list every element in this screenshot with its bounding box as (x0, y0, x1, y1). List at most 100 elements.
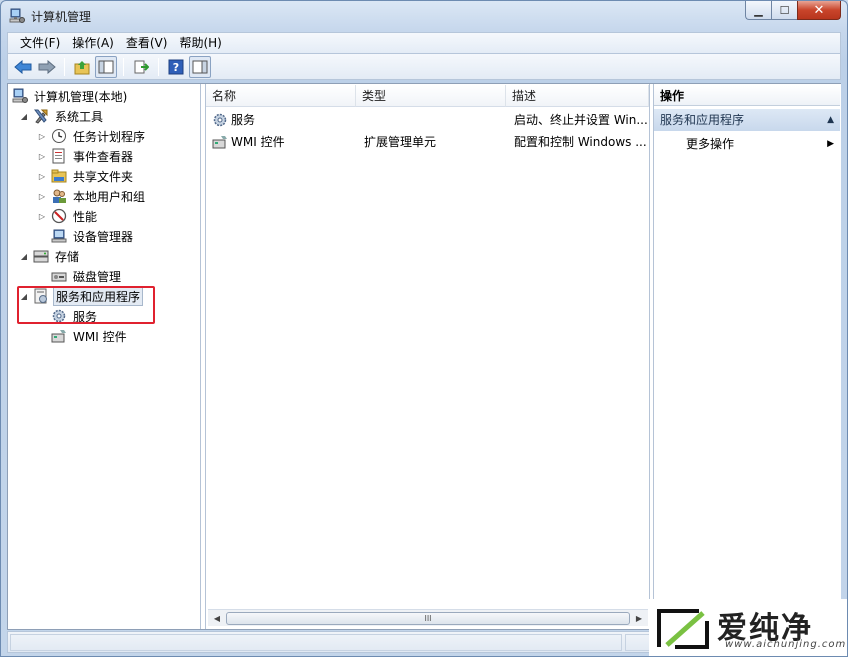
list-item-description: 配置和控制 Windows ... (514, 135, 647, 149)
tree-label: 磁盘管理 (73, 269, 122, 284)
expand-arrow-icon[interactable]: ▷ (36, 130, 48, 142)
help-icon: ? (168, 59, 184, 74)
forward-arrow-icon (38, 59, 56, 74)
collapse-arrow-icon[interactable]: ◢ (18, 110, 30, 122)
menu-bar: 文件(F) 操作(A) 查看(V) 帮助(H) (7, 32, 841, 54)
svg-text:?: ? (173, 61, 179, 74)
action-section-services-apps[interactable]: 服务和应用程序 ▲ (654, 109, 840, 131)
up-level-button[interactable] (71, 56, 93, 78)
console-tree-icon (98, 60, 114, 73)
menu-help[interactable]: 帮助(H) (173, 33, 227, 53)
tree-item-event-viewer[interactable]: ▷ 事件查看器 (36, 146, 135, 166)
scroll-left-arrow-icon[interactable]: ◀ (209, 611, 225, 626)
back-arrow-icon (14, 59, 32, 74)
watermark: 爱纯净 www.aichunjing.com (649, 599, 847, 656)
show-hide-tree-button[interactable] (95, 55, 117, 78)
action-section-label: 服务和应用程序 (660, 113, 745, 127)
wmi-control-icon (51, 330, 66, 343)
list-header: 名称 类型 描述 (206, 85, 649, 107)
tree-item-shared-folders[interactable]: ▷ 共享文件夹 (36, 166, 135, 186)
tree-item-wmi-control[interactable]: WMI 控件 (51, 326, 129, 346)
tree-item-device-manager[interactable]: 设备管理器 (51, 226, 135, 246)
close-button[interactable]: ✕ (797, 1, 841, 20)
toolbar-separator (64, 57, 65, 76)
tree-label: 系统工具 (55, 109, 104, 124)
window-title: 计算机管理 (31, 10, 92, 24)
menu-view[interactable]: 查看(V) (120, 33, 174, 53)
status-segment (10, 634, 622, 651)
tools-icon (34, 109, 48, 124)
tree-label: 事件查看器 (73, 149, 134, 164)
list-item-services[interactable]: 服务 启动、终止并设置 Win... (208, 109, 649, 131)
more-actions-item[interactable]: 更多操作 ▶ (686, 134, 840, 154)
tree-item-storage[interactable]: ◢ 存储 (18, 246, 81, 266)
users-icon (53, 189, 66, 203)
expand-arrow-icon[interactable]: ▷ (36, 170, 48, 182)
console-tree[interactable]: 计算机管理(本地) ◢ 系统工具 ▷ 任务计划程序 ▷ 事件查看器 ▷ 共享文件 (8, 84, 201, 629)
column-name[interactable]: 名称 (206, 85, 356, 107)
submenu-arrow-icon: ▶ (827, 139, 834, 149)
toolbar-separator (158, 57, 159, 76)
more-actions-label: 更多操作 (686, 137, 735, 151)
export-list-button[interactable] (130, 56, 152, 78)
list-item-wmi-control[interactable]: WMI 控件 扩展管理单元 配置和控制 Windows ... (208, 131, 649, 153)
action-pane: 操作 服务和应用程序 ▲ 更多操作 ▶ (653, 84, 841, 629)
tree-item-performance[interactable]: ▷ 性能 (36, 206, 99, 226)
collapse-up-icon[interactable]: ▲ (827, 109, 834, 131)
watermark-url: www.aichunjing.com (725, 639, 847, 650)
title-bar[interactable]: 计算机管理 ▁ ☐ ✕ (1, 1, 847, 31)
computer-management-icon (12, 88, 28, 103)
event-log-icon (52, 148, 65, 164)
column-type[interactable]: 类型 (356, 85, 506, 107)
show-hide-action-pane-button[interactable] (189, 55, 211, 78)
annotation-highlight-box (17, 286, 155, 324)
tree-item-task-scheduler[interactable]: ▷ 任务计划程序 (36, 126, 147, 146)
close-icon: ✕ (813, 2, 825, 18)
column-description[interactable]: 描述 (506, 85, 649, 107)
list-item-name: WMI 控件 (231, 135, 285, 149)
main-area: 计算机管理(本地) ◢ 系统工具 ▷ 任务计划程序 ▷ 事件查看器 ▷ 共享文件 (7, 83, 841, 630)
folder-up-icon (74, 60, 90, 74)
action-pane-icon (192, 60, 208, 73)
list-item-type (358, 109, 508, 131)
computer-management-window: 计算机管理 ▁ ☐ ✕ 文件(F) 操作(A) 查看(V) 帮助(H) ? 计算… (0, 0, 848, 657)
scroll-right-arrow-icon[interactable]: ▶ (631, 611, 647, 626)
tree-item-local-users[interactable]: ▷ 本地用户和组 (36, 186, 147, 206)
tree-label: 本地用户和组 (73, 189, 146, 204)
forward-button[interactable] (36, 56, 58, 78)
tree-item-root[interactable]: 计算机管理(本地) (12, 86, 129, 106)
toolbar-separator (123, 57, 124, 76)
tree-label: 设备管理器 (73, 229, 134, 244)
list-item-description: 启动、终止并设置 Win... (514, 113, 648, 127)
tree-label: 性能 (73, 209, 98, 224)
collapse-arrow-icon[interactable]: ◢ (18, 250, 30, 262)
device-manager-icon (51, 229, 67, 243)
scroll-grip: III (424, 614, 432, 623)
shared-folder-icon (51, 169, 67, 183)
action-pane-title: 操作 (654, 86, 840, 106)
menu-file[interactable]: 文件(F) (14, 33, 66, 53)
minimize-button[interactable]: ▁ (745, 1, 771, 20)
menu-action[interactable]: 操作(A) (66, 33, 120, 53)
horizontal-scrollbar[interactable]: ◀ III ▶ (208, 609, 648, 626)
tree-item-disk-management[interactable]: 磁盘管理 (51, 266, 123, 286)
expand-arrow-icon[interactable]: ▷ (36, 150, 48, 162)
tree-item-system-tools[interactable]: ◢ 系统工具 (18, 106, 105, 126)
tree-label: 共享文件夹 (73, 169, 134, 184)
storage-icon (33, 250, 49, 263)
tree-label: 任务计划程序 (73, 129, 146, 144)
toolbar: ? (7, 54, 841, 80)
gear-icon (213, 113, 227, 127)
list-item-type: 扩展管理单元 (364, 135, 437, 149)
computer-management-icon (9, 8, 25, 23)
back-button[interactable] (12, 56, 34, 78)
expand-arrow-icon[interactable]: ▷ (36, 210, 48, 222)
maximize-button[interactable]: ☐ (771, 1, 797, 20)
tree-label: WMI 控件 (73, 329, 127, 344)
help-button[interactable]: ? (165, 56, 187, 78)
scrollbar-thumb[interactable]: III (226, 612, 630, 625)
wmi-control-icon (212, 136, 227, 149)
expand-arrow-icon[interactable]: ▷ (36, 190, 48, 202)
minimize-icon: ▁ (754, 3, 763, 17)
list-view[interactable]: 名称 类型 描述 服务 启动、终止并设置 Win... WMI 控件 扩展管理单… (205, 84, 650, 629)
